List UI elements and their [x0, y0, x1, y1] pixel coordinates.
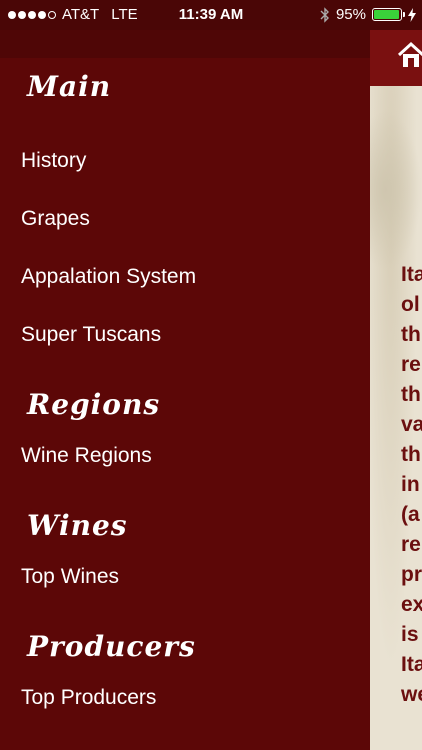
section-title-wines: Wines — [27, 509, 128, 542]
battery-fill — [374, 10, 399, 19]
body-line: in — [401, 473, 420, 496]
content-navbar — [370, 30, 422, 86]
body-line: th — [401, 323, 421, 346]
section-title-main: Main — [27, 70, 112, 103]
battery-icon — [372, 8, 405, 21]
status-bar: AT&T LTE 11:39 AM 95% — [0, 0, 422, 30]
body-line: ex — [401, 593, 422, 616]
section-title-producers: Producers — [27, 630, 196, 663]
menu-item-history[interactable]: History — [21, 149, 86, 173]
leaf-background — [370, 110, 422, 270]
body-line: re — [401, 533, 421, 556]
menu-header-band — [0, 30, 370, 58]
body-line: th — [401, 443, 421, 466]
body-line: re — [401, 353, 421, 376]
menu-item-appalation-system[interactable]: Appalation System — [21, 265, 196, 289]
body-line: Ita — [401, 263, 422, 286]
menu-item-top-wines[interactable]: Top Wines — [21, 565, 119, 589]
body-line: Ita — [401, 653, 422, 676]
menu-item-top-producers[interactable]: Top Producers — [21, 686, 156, 710]
bolt-icon — [408, 7, 416, 22]
body-line: th — [401, 383, 421, 406]
menu-item-grapes[interactable]: Grapes — [21, 207, 90, 231]
body-line: (a — [401, 503, 420, 526]
home-icon[interactable] — [396, 40, 422, 70]
content-panel[interactable]: Ita ol th re th va th in (a re pr ex is … — [370, 30, 422, 750]
body-line: ol — [401, 293, 420, 316]
section-title-regions: Regions — [27, 388, 161, 421]
menu-item-wine-regions[interactable]: Wine Regions — [21, 444, 152, 468]
bluetooth-icon — [320, 6, 329, 23]
body-line: pr — [401, 563, 422, 586]
body-line: is — [401, 623, 419, 646]
menu-item-super-tuscans[interactable]: Super Tuscans — [21, 323, 161, 347]
side-menu: Main History Grapes Appalation System Su… — [0, 58, 370, 750]
body-line: we — [401, 683, 422, 706]
body-line: va — [401, 413, 422, 436]
battery-percent: 95% — [335, 6, 366, 23]
